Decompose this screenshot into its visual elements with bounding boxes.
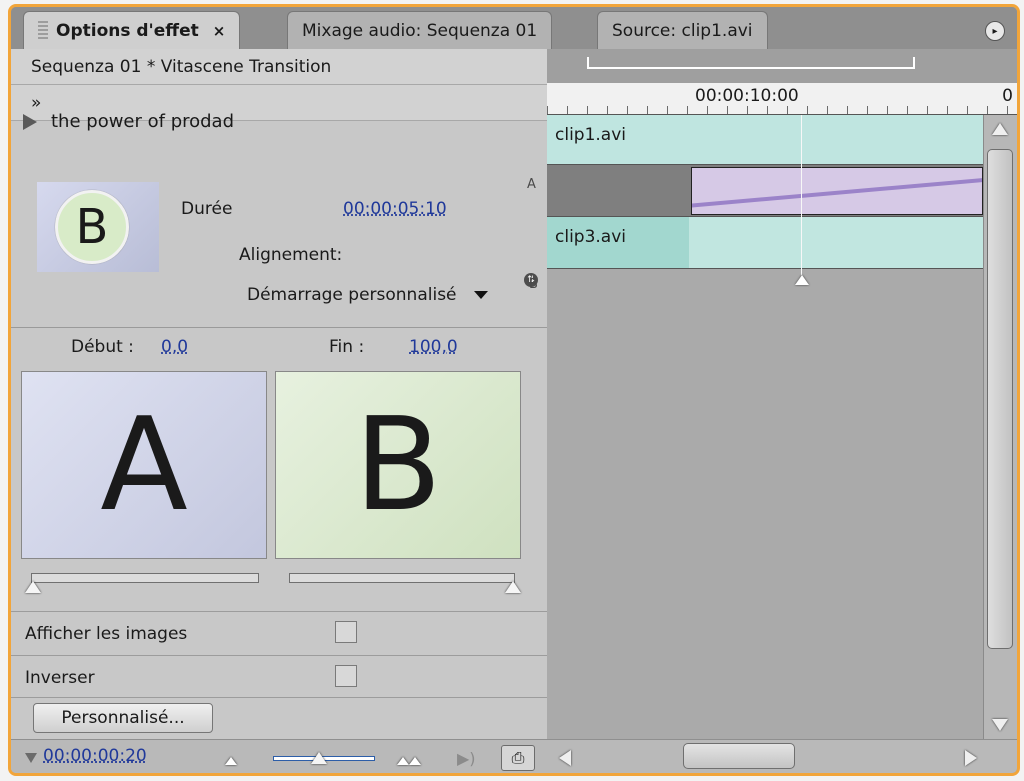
speaker-icon[interactable]: ▶) <box>457 749 481 768</box>
end-slider-track[interactable] <box>289 573 515 583</box>
duration-label: Durée <box>181 199 233 219</box>
transition-block[interactable] <box>691 167 983 215</box>
tab-source-label: Source: clip1.avi <box>612 20 753 41</box>
range-handle[interactable] <box>587 57 915 69</box>
transition-progress-line <box>692 176 982 208</box>
track-a[interactable]: clip1.avi <box>547 115 983 165</box>
vertical-scrollbar[interactable] <box>983 115 1017 739</box>
alignment-dropdown[interactable]: Démarrage personnalisé <box>247 285 488 305</box>
tab-grip-icon[interactable] <box>38 20 48 41</box>
current-timecode[interactable]: 00:00:00:20 <box>43 746 147 766</box>
tab-effect-options-label: Options d'effet <box>56 20 199 41</box>
sequence-title: Sequenza 01 * Vitascene Transition <box>31 56 332 77</box>
playhead-line[interactable] <box>801 115 802 275</box>
preview-b-letter: B <box>354 390 442 540</box>
track-a-side-label: A <box>527 177 536 192</box>
track-b-clip-name: clip3.avi <box>555 227 627 247</box>
transition-track[interactable] <box>547 165 983 217</box>
export-icon[interactable]: ⎙ <box>501 745 535 771</box>
zoom-in-icon-right[interactable] <box>409 757 421 765</box>
playhead-marker[interactable] <box>795 275 809 285</box>
zoom-out-icon[interactable] <box>225 757 237 765</box>
scroll-down-icon[interactable] <box>992 719 1008 731</box>
show-images-label: Afficher les images <box>25 623 188 644</box>
show-images-checkbox[interactable] <box>335 621 357 643</box>
thumbnail-letter: B <box>55 190 129 264</box>
tab-audio-mixer-label: Mixage audio: Sequenza 01 <box>302 20 538 41</box>
track-b-side-label: B <box>529 277 538 292</box>
timeline-range-bar[interactable] <box>547 49 1017 83</box>
effect-options-panel: Sequenza 01 * Vitascene Transition » the… <box>11 49 547 773</box>
menu-arrow-icon: ▸ <box>992 25 998 37</box>
track-a-clip-name: clip1.avi <box>555 125 627 145</box>
reverse-row: Inverser <box>11 655 547 699</box>
duration-value[interactable]: 00:00:05:10 <box>343 199 447 219</box>
effect-bottom-bar: 00:00:00:20 ▶) ⎙ <box>11 739 547 773</box>
preview-a: A <box>21 371 267 559</box>
tab-source[interactable]: Source: clip1.avi <box>597 11 768 49</box>
ruler-cut-label: 0 <box>1002 86 1013 106</box>
end-slider-thumb[interactable] <box>505 581 521 593</box>
divider <box>11 327 547 328</box>
show-images-row: Afficher les images <box>11 611 547 655</box>
start-slider-track[interactable] <box>31 573 259 583</box>
start-label: Début : <box>71 337 134 357</box>
zoom-slider-thumb[interactable] <box>311 752 327 764</box>
end-value[interactable]: 100,0 <box>409 337 458 357</box>
scroll-left-icon[interactable] <box>559 750 571 766</box>
start-slider-thumb[interactable] <box>25 581 41 593</box>
custom-button[interactable]: Personnalisé... <box>33 703 213 733</box>
ruler-ticks <box>547 106 1017 114</box>
reverse-label: Inverser <box>25 667 95 688</box>
reverse-checkbox[interactable] <box>335 665 357 687</box>
vertical-scroll-thumb[interactable] <box>987 149 1013 649</box>
panel-header: Sequenza 01 * Vitascene Transition <box>11 49 547 85</box>
start-value[interactable]: 0,0 <box>161 337 188 357</box>
play-preview-icon[interactable] <box>23 113 37 130</box>
forward-nav-glyph: » <box>31 92 42 113</box>
transition-thumbnail: B <box>37 182 159 272</box>
panel-menu-icon[interactable]: ▸ <box>985 21 1005 41</box>
tab-effect-options[interactable]: Options d'effet × <box>23 11 241 49</box>
zoom-in-icon-left[interactable] <box>397 757 409 765</box>
tab-bar: Options d'effet × Mixage audio: Sequenza… <box>11 7 1017 49</box>
horizontal-scrollbar[interactable] <box>547 739 1017 773</box>
preview-b: B <box>275 371 521 559</box>
alignment-label: Alignement: <box>239 245 343 265</box>
time-ruler[interactable]: 00:00:10:00 0 <box>547 83 1017 115</box>
preview-a-letter: A <box>100 390 188 540</box>
ruler-time: 00:00:10:00 <box>695 86 799 106</box>
effect-title-row[interactable]: the power of prodad <box>23 111 234 132</box>
effect-name: the power of prodad <box>51 111 235 132</box>
chevron-down-icon <box>473 291 488 299</box>
timecode-arrow-icon[interactable] <box>25 753 37 763</box>
timeline-panel: 00:00:10:00 0 clip1.avi clip3.avi <box>547 49 1017 773</box>
close-icon[interactable]: × <box>213 22 226 40</box>
effect-controls-window: Options d'effet × Mixage audio: Sequenza… <box>8 4 1020 776</box>
track-b[interactable]: clip3.avi <box>547 217 983 269</box>
scroll-up-icon[interactable] <box>992 123 1008 135</box>
scroll-right-icon[interactable] <box>965 750 977 766</box>
horizontal-scroll-thumb[interactable] <box>683 743 795 769</box>
tab-audio-mixer[interactable]: Mixage audio: Sequenza 01 <box>287 11 553 49</box>
alignment-value: Démarrage personnalisé <box>247 285 457 305</box>
end-label: Fin : <box>329 337 365 357</box>
